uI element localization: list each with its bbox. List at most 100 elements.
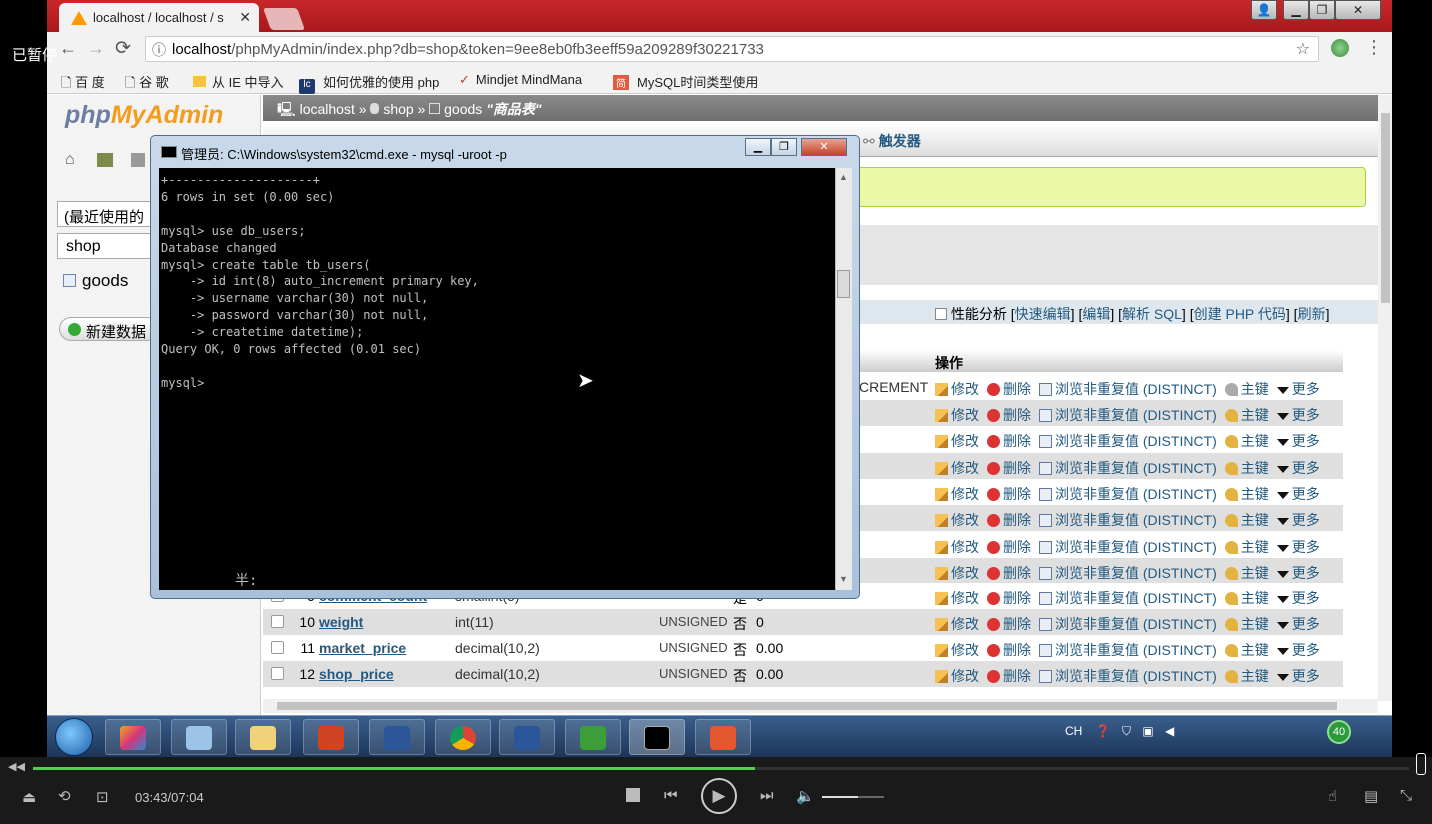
distinct-action[interactable]: 浏览非重复值 (DISTINCT) <box>1039 460 1217 476</box>
address-bar[interactable]: ⓘ localhost/phpMyAdmin/index.php?db=shop… <box>145 36 1319 62</box>
start-button[interactable] <box>55 718 93 756</box>
more-action[interactable]: 更多 <box>1276 486 1320 502</box>
delete-action[interactable]: 删除 <box>987 642 1031 658</box>
edit-action[interactable]: 修改 <box>935 642 979 658</box>
bookmark-ie-import[interactable]: 从 IE 中导入 <box>193 72 284 91</box>
database-select[interactable]: shop <box>57 233 157 259</box>
user-icon[interactable]: 👤 <box>1251 0 1277 20</box>
scrollbar-thumb[interactable] <box>1381 113 1390 303</box>
volume-bar[interactable] <box>822 796 884 798</box>
taskbar-app-2[interactable] <box>171 719 227 755</box>
more-action[interactable]: 更多 <box>1276 512 1320 528</box>
bookmark-baidu[interactable]: 🗋 百 度 <box>61 72 105 96</box>
recent-tables-select[interactable]: (最近使用的 <box>57 201 157 227</box>
cmd-maximize-button[interactable]: ❐ <box>771 138 797 156</box>
more-action[interactable]: 更多 <box>1276 381 1320 397</box>
edit-action[interactable]: 修改 <box>935 433 979 449</box>
back-icon[interactable]: ← <box>59 38 77 59</box>
minimize-button[interactable]: ▁ <box>1283 0 1309 20</box>
delete-action[interactable]: 删除 <box>987 512 1031 528</box>
distinct-action[interactable]: 浏览非重复值 (DISTINCT) <box>1039 407 1217 423</box>
play-button[interactable]: ▶ <box>701 778 737 814</box>
delete-action[interactable]: 删除 <box>987 407 1031 423</box>
logout-icon[interactable] <box>97 153 113 167</box>
row-checkbox[interactable] <box>271 641 284 654</box>
maximize-button[interactable]: ❐ <box>1309 0 1335 20</box>
mute-icon[interactable]: 🔈 <box>796 787 815 805</box>
more-action[interactable]: 更多 <box>1276 590 1320 606</box>
delete-action[interactable]: 删除 <box>987 539 1031 555</box>
edit-action[interactable]: 修改 <box>935 539 979 555</box>
tab-close-icon[interactable]: ✕ <box>239 9 251 26</box>
quick-edit-link[interactable]: 快速编辑 <box>1015 306 1071 322</box>
cmd-scrollbar[interactable]: ▲ ▼ <box>835 168 852 590</box>
edit-action[interactable]: 修改 <box>935 590 979 606</box>
network-icon[interactable]: ▣ <box>1142 724 1153 738</box>
playlist-icon[interactable]: ▤ <box>1364 787 1378 805</box>
delete-action[interactable]: 删除 <box>987 381 1031 397</box>
docs-icon[interactable] <box>131 153 145 167</box>
tab-triggers[interactable]: ⚯ 触发器 <box>863 131 921 151</box>
cmd-close-button[interactable]: ✕ <box>801 138 847 156</box>
taskbar-cmd[interactable] <box>629 719 685 755</box>
reload-icon[interactable]: ⟳ <box>115 37 131 60</box>
cmd-minimize-button[interactable]: ▁ <box>745 138 771 156</box>
distinct-action[interactable]: 浏览非重复值 (DISTINCT) <box>1039 616 1217 632</box>
help-icon[interactable]: ❓ <box>1096 724 1111 738</box>
more-action[interactable]: 更多 <box>1276 407 1320 423</box>
forward-icon[interactable]: → <box>87 38 105 59</box>
cmd-scroll-thumb[interactable] <box>837 270 850 298</box>
bookmark-star-icon[interactable]: ☆ <box>1296 39 1310 59</box>
column-name[interactable]: weight <box>319 614 363 630</box>
edit-action[interactable]: 修改 <box>935 460 979 476</box>
fullscreen-icon[interactable]: ⤡ <box>1400 787 1412 804</box>
shield-icon[interactable]: ⛉ <box>1122 724 1131 738</box>
primary-action[interactable]: 主键 <box>1224 642 1269 658</box>
taskbar-word[interactable] <box>499 719 555 755</box>
delete-action[interactable]: 删除 <box>987 565 1031 581</box>
more-action[interactable]: 更多 <box>1276 668 1320 684</box>
distinct-action[interactable]: 浏览非重复值 (DISTINCT) <box>1039 512 1217 528</box>
more-action[interactable]: 更多 <box>1276 460 1320 476</box>
more-action[interactable]: 更多 <box>1276 433 1320 449</box>
primary-action[interactable]: 主键 <box>1224 565 1269 581</box>
home-icon[interactable]: ⌂ <box>65 151 75 169</box>
distinct-action[interactable]: 浏览非重复值 (DISTINCT) <box>1039 565 1217 581</box>
primary-action[interactable]: 主键 <box>1224 590 1269 606</box>
distinct-action[interactable]: 浏览非重复值 (DISTINCT) <box>1039 590 1217 606</box>
column-name[interactable]: market_price <box>319 640 406 656</box>
menu-icon[interactable]: ⋮ <box>1365 37 1383 58</box>
distinct-action[interactable]: 浏览非重复值 (DISTINCT) <box>1039 381 1217 397</box>
more-action[interactable]: 更多 <box>1276 616 1320 632</box>
bookmark-php[interactable]: lc 如何优雅的使用 php <box>299 72 439 94</box>
bookmark-mysql[interactable]: 简 MySQL时间类型使用 <box>613 72 758 91</box>
gesture-icon[interactable]: ☝ <box>1328 787 1337 805</box>
close-window-button[interactable]: ✕ <box>1335 0 1381 20</box>
primary-action[interactable]: 主键 <box>1224 460 1269 476</box>
repeat-icon[interactable]: ⟲ <box>58 787 71 805</box>
cmd-console[interactable]: +--------------------+ 6 rows in set (0.… <box>159 168 835 590</box>
primary-action[interactable]: 主键 <box>1224 381 1269 397</box>
edit-link[interactable]: 编辑 <box>1082 306 1110 322</box>
snapshot-icon[interactable]: ⊡ <box>96 788 109 806</box>
distinct-action[interactable]: 浏览非重复值 (DISTINCT) <box>1039 539 1217 555</box>
primary-action[interactable]: 主键 <box>1224 512 1269 528</box>
refresh-link[interactable]: 刷新 <box>1298 306 1326 322</box>
seek-bar[interactable] <box>33 767 1409 770</box>
bookmark-mindjet[interactable]: ✓ Mindjet MindMana <box>459 72 582 88</box>
taskbar-explorer[interactable] <box>235 719 291 755</box>
more-action[interactable]: 更多 <box>1276 642 1320 658</box>
edit-action[interactable]: 修改 <box>935 512 979 528</box>
primary-action[interactable]: 主键 <box>1224 486 1269 502</box>
delete-action[interactable]: 删除 <box>987 460 1031 476</box>
edit-action[interactable]: 修改 <box>935 407 979 423</box>
eject-icon[interactable]: ⏏ <box>22 788 36 806</box>
delete-action[interactable]: 删除 <box>987 433 1031 449</box>
extension-icon[interactable] <box>1331 39 1349 57</box>
taskbar-chrome[interactable] <box>435 719 491 755</box>
vertical-scrollbar[interactable] <box>1378 95 1392 701</box>
profiling-checkbox[interactable] <box>935 308 947 320</box>
more-action[interactable]: 更多 <box>1276 539 1320 555</box>
rewind-icon[interactable]: ◀◀ <box>8 760 25 773</box>
more-action[interactable]: 更多 <box>1276 565 1320 581</box>
